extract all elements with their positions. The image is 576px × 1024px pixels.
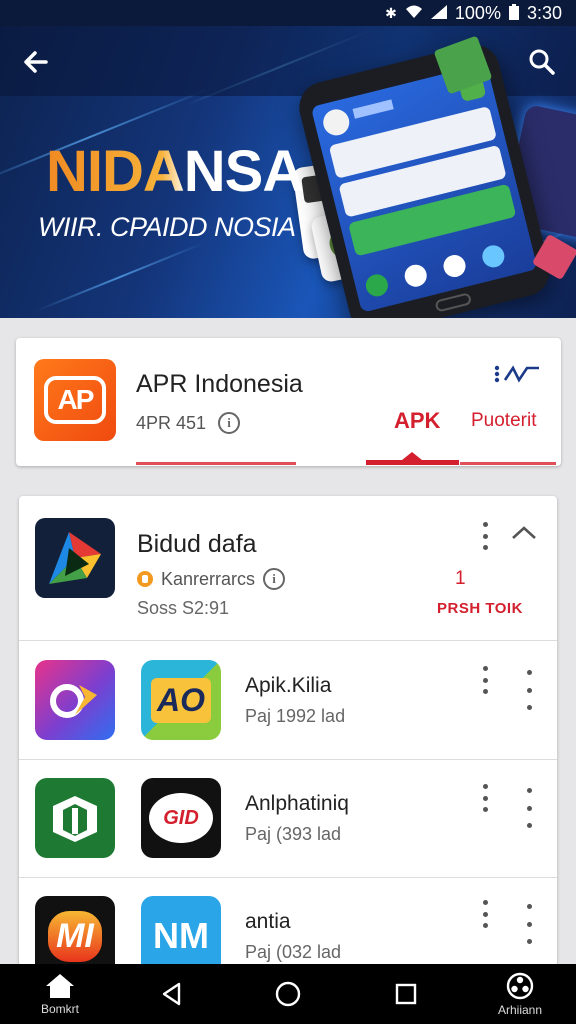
search-icon[interactable] [524,44,560,80]
back-arrow-icon[interactable] [18,44,54,80]
battery-percent: 100% [454,2,501,23]
app-icon[interactable]: NM [141,896,221,966]
chevron-up-icon[interactable] [509,522,539,544]
featured-app-version: 4PR 451 [136,412,207,433]
tab-apk[interactable]: APK [394,408,440,434]
featured-app-card[interactable]: AP APR Indonesia 4PR 451 i APK Puoterit [16,338,561,466]
navigation-bar: Bomkrt Arhiiann [0,964,576,1024]
circle-home-icon [275,981,301,1007]
recents-nav-button[interactable] [384,964,428,1024]
install-button[interactable]: PRSH TOIK [437,600,523,617]
bluetooth-icon: ✱ [385,4,397,21]
app-count: 1 [455,568,466,589]
app-meta: Kanrerrarcs i [137,568,286,590]
info-icon[interactable]: i [218,412,241,434]
more-options-icon[interactable] [479,666,491,694]
list-item[interactable]: Bidud dafa Kanrerrarcs i Soss S2:91 1 PR… [19,496,557,641]
app-icon[interactable] [35,660,115,740]
hero-subtitle: WIIR. CPAIDD NOSIA [38,212,296,242]
overflow-menu-icon[interactable] [523,670,535,710]
tab-popular[interactable]: Puoterit [471,410,536,432]
app-icon[interactable] [35,778,115,858]
nav-apps[interactable]: Arhiiann [480,964,560,1024]
app-subtitle: Paj (393 lad [245,824,342,844]
triangle-back-icon [162,982,181,1006]
nav-home[interactable]: Bomkrt [22,964,98,1024]
info-icon[interactable]: i [263,568,286,590]
featured-app-title: APR Indonesia [136,370,303,398]
home-icon [46,974,74,998]
featured-app-subtitle: 4PR 451 i [136,412,241,434]
tab-active-indicator [366,452,459,465]
app-icon[interactable]: AO [141,660,221,740]
app-title: Anlphatiniq [245,792,349,815]
app-developer: Kanrerrarcs [161,568,256,589]
play-store-app-icon[interactable] [35,518,115,598]
shield-badge-icon [137,571,153,587]
app-list-card: Bidud dafa Kanrerrarcs i Soss S2:91 1 PR… [19,496,557,966]
nav-apps-label: Arhiiann [497,1003,543,1017]
more-options-icon[interactable] [479,900,491,928]
list-item[interactable]: AO Apik.Kilia Paj 1992 lad [19,642,557,760]
overflow-menu-icon[interactable] [523,788,535,828]
overflow-menu-icon[interactable] [523,904,535,944]
status-bar: ✱ 100% 3:30 [0,0,576,26]
hero-title: NIDANSA [46,139,304,204]
list-item[interactable]: GID Anlphatiniq Paj (393 lad [19,760,557,878]
nav-home-label: Bomkrt [40,1002,79,1016]
apps-icon [506,972,534,1000]
app-subtitle: Paj (032 lad [245,942,342,962]
tab-underline [460,462,556,465]
app-title: Apik.Kilia [245,674,332,697]
wifi-icon [405,5,423,22]
hero-banner: NIDANSA WIIR. CPAIDD NOSIA [0,26,576,318]
app-icon[interactable]: GID [141,778,221,858]
divider [136,462,296,465]
more-options-icon[interactable] [479,784,491,812]
brand-mark-icon [493,364,541,390]
app-title: Bidud dafa [137,530,257,558]
app-icon[interactable]: MI [35,896,115,966]
home-nav-button[interactable] [266,964,310,1024]
clock: 3:30 [526,2,562,23]
app-title: antia [245,910,291,933]
signal-icon [430,4,447,22]
app-subtitle: Paj 1992 lad [245,706,346,726]
back-nav-button[interactable] [150,964,194,1024]
app-size: Soss S2:91 [137,598,230,618]
apk-app-icon[interactable]: AP [34,359,116,441]
square-recents-icon [395,983,417,1005]
more-options-icon[interactable] [479,522,491,550]
battery-icon [508,3,519,23]
list-item[interactable]: MI NM antia Paj (032 lad [19,878,557,966]
